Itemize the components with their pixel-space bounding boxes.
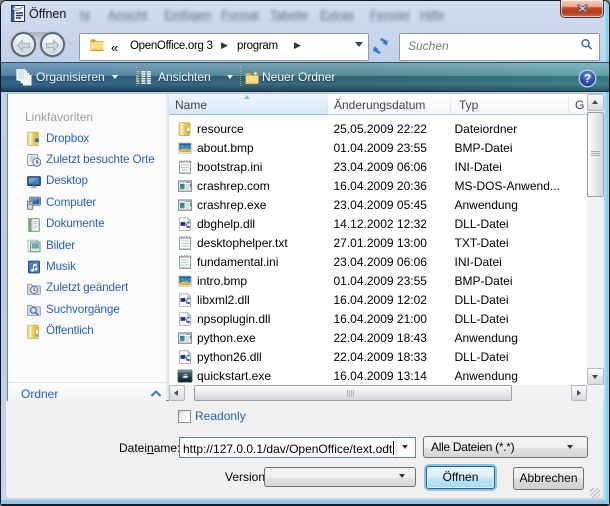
svg-text:?: ? [584, 72, 591, 86]
